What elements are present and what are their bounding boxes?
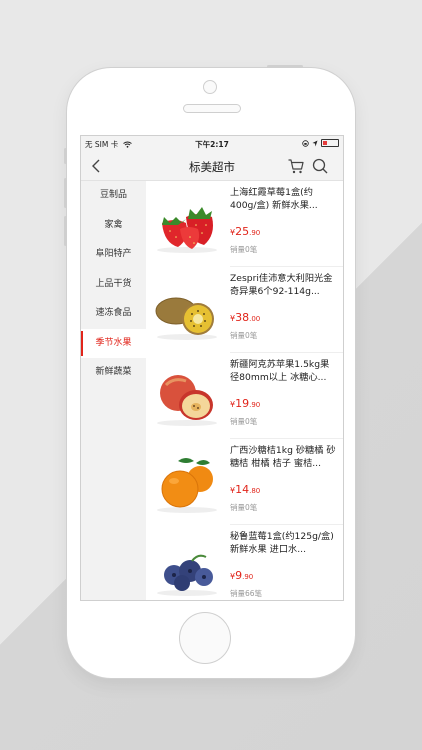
phone-frame: 无 SIM 卡 下午2:17 标美超市 豆制品 家禽 阜阳特产 上品干货 速冻食…	[64, 65, 355, 678]
volume-down-button	[64, 216, 67, 246]
product-name[interactable]: Zespri佳沛意大利阳光金奇异果6个92-114g...	[230, 272, 338, 298]
product-image-blueberry	[157, 554, 217, 596]
product-name[interactable]: 秘鲁蓝莓1盒(约125g/盒) 新鲜水果 进口水...	[230, 530, 338, 556]
category-item[interactable]: 新鲜蔬菜	[81, 358, 146, 388]
earpiece-speaker	[183, 104, 241, 113]
price-integer: 38	[235, 311, 250, 324]
product-price: ¥19.90	[230, 397, 260, 410]
product-image-strawberry	[157, 207, 217, 253]
product-item[interactable]: 秘鲁蓝莓1盒(约125g/盒) 新鲜水果 进口水... ¥9.90 销量66笔	[146, 525, 343, 600]
product-item[interactable]: 上海红霞草莓1盒(约400g/盒) 新鲜水果... ¥25.90 销量0笔	[146, 181, 343, 267]
product-image-apple	[157, 375, 217, 426]
product-name[interactable]: 新疆阿克苏苹果1.5kg果径80mm以上 冰糖心...	[230, 358, 338, 384]
product-sales: 销量0笔	[230, 245, 258, 254]
category-sidebar: 豆制品 家禽 阜阳特产 上品干货 速冻食品 季节水果 新鲜蔬菜	[81, 181, 146, 600]
volume-up-button	[64, 178, 67, 208]
price-integer: 19	[235, 397, 250, 410]
battery-icon	[321, 139, 339, 147]
product-price: ¥38.00	[230, 311, 260, 324]
product-name[interactable]: 上海红霞草莓1盒(约400g/盒) 新鲜水果...	[230, 186, 338, 212]
price-decimal: .90	[242, 573, 254, 581]
product-item[interactable]: 新疆阿克苏苹果1.5kg果径80mm以上 冰糖心... ¥19.90 销量0笔	[146, 353, 343, 439]
app-screen: 无 SIM 卡 下午2:17 标美超市 豆制品 家禽 阜阳特产 上品干货 速冻食…	[80, 135, 344, 601]
search-icon[interactable]	[311, 157, 329, 175]
home-button[interactable]	[179, 612, 231, 664]
product-price: ¥14.80	[230, 483, 260, 496]
price-integer: 14	[235, 483, 250, 496]
rotation-lock-icon	[302, 139, 309, 147]
product-price: ¥9.90	[230, 569, 253, 582]
nav-bar: 标美超市	[81, 152, 343, 181]
location-icon	[312, 140, 318, 146]
product-item[interactable]: 广西沙糖桔1kg 砂糖橘 砂糖桔 柑橘 桔子 蜜桔... ¥14.80 销量0笔	[146, 439, 343, 525]
product-sales: 销量66笔	[230, 589, 263, 598]
category-item[interactable]: 上品干货	[81, 270, 146, 300]
product-sales: 销量0笔	[230, 417, 258, 426]
product-name[interactable]: 广西沙糖桔1kg 砂糖橘 砂糖桔 柑橘 桔子 蜜桔...	[230, 444, 338, 470]
product-image-kiwi	[155, 297, 217, 340]
product-sales: 销量0笔	[230, 331, 258, 340]
category-item[interactable]: 豆制品	[81, 181, 146, 211]
content-area: 豆制品 家禽 阜阳特产 上品干货 速冻食品 季节水果 新鲜蔬菜 上海红霞草莓1盒…	[81, 181, 343, 600]
product-list: 上海红霞草莓1盒(约400g/盒) 新鲜水果... ¥25.90 销量0笔 Ze…	[146, 181, 343, 600]
price-decimal: .90	[249, 401, 261, 409]
price-decimal: .00	[249, 315, 261, 323]
product-item[interactable]: Zespri佳沛意大利阳光金奇异果6个92-114g... ¥38.00 销量0…	[146, 267, 343, 353]
front-camera	[203, 80, 217, 94]
product-sales: 销量0笔	[230, 503, 258, 512]
power-button	[267, 65, 303, 68]
cart-icon[interactable]	[287, 157, 305, 175]
price-decimal: .90	[249, 229, 261, 237]
mute-switch	[64, 148, 67, 164]
price-decimal: .80	[249, 487, 261, 495]
category-item[interactable]: 速冻食品	[81, 299, 146, 329]
price-integer: 25	[235, 225, 250, 238]
product-price: ¥25.90	[230, 225, 260, 238]
status-right-icons	[302, 139, 339, 147]
category-item[interactable]: 家禽	[81, 211, 146, 241]
category-item[interactable]: 季节水果	[81, 328, 146, 358]
status-bar: 无 SIM 卡 下午2:17	[81, 136, 343, 152]
product-image-tangerine	[157, 458, 217, 513]
category-item[interactable]: 阜阳特产	[81, 240, 146, 270]
